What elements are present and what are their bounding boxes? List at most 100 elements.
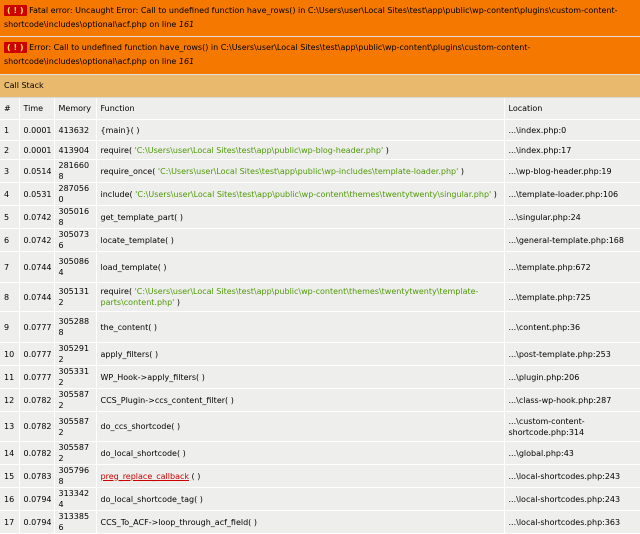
row-number: 14 — [0, 441, 20, 465]
row-location[interactable]: ...\plugin.php:206 — [504, 365, 640, 389]
location-file: ...\local-shortcodes.php — [508, 494, 603, 504]
row-memory: 3133856 — [54, 510, 97, 534]
location-file: ...\wp-blog-header.php — [508, 166, 599, 176]
row-time: 0.0531 — [19, 182, 55, 206]
function-name: do_local_shortcode_tag( ) — [100, 494, 203, 504]
row-memory: 3055872 — [54, 441, 97, 465]
function-name: CCS_To_ACF->loop_through_acf_field( ) — [100, 517, 257, 527]
row-memory: 413904 — [54, 140, 97, 160]
row-location[interactable]: ...\template.php:672 — [504, 251, 640, 283]
row-function: include( 'C:\Users\user\Local Sites\test… — [96, 182, 505, 206]
row-location[interactable]: ...\singular.php:24 — [504, 205, 640, 229]
location-line: :243 — [602, 494, 621, 504]
table-row: 10 0.0777 3052912 apply_filters( ) ...\post-… — [0, 342, 640, 366]
row-number: 7 — [0, 251, 20, 283]
row-location[interactable]: ...\template.php:725 — [504, 282, 640, 312]
row-location[interactable]: ...\general-template.php:168 — [504, 228, 640, 252]
col-header-location: Location — [504, 98, 640, 120]
table-row: 8 0.0744 3051312 require( 'C:\Users\user\Lo… — [0, 282, 640, 312]
row-location[interactable]: ...\global.php:43 — [504, 441, 640, 465]
table-row: 13 0.0782 3055872 do_ccs_shortcode( ) ...\cu… — [0, 411, 640, 442]
row-location[interactable]: ...\index.php:17 — [504, 140, 640, 160]
function-argument: 'C:\Users\user\Local Sites\test\app\publ… — [134, 145, 384, 155]
row-location[interactable]: ...\local-shortcodes.php:363 — [504, 510, 640, 534]
row-location[interactable]: ...\wp-blog-header.php:19 — [504, 159, 640, 183]
location-file: ...\content.php — [508, 322, 568, 332]
col-header-memory: Memory — [54, 98, 97, 120]
row-location[interactable]: ...\local-shortcodes.php:243 — [504, 487, 640, 511]
row-location[interactable]: ...\content.php:36 — [504, 311, 640, 343]
row-number: 8 — [0, 282, 20, 312]
row-memory: 3055872 — [54, 411, 97, 442]
row-function: load_template( ) — [96, 251, 505, 283]
row-function: preg_replace_callback ( ) — [96, 464, 505, 488]
table-header-row: # Time Memory Function Location — [0, 98, 640, 120]
row-location[interactable]: ...\class-wp-hook.php:287 — [504, 388, 640, 412]
col-header-time: Time — [19, 98, 55, 120]
call-stack-heading: Call Stack — [0, 75, 640, 98]
location-file: ...\plugin.php — [508, 372, 562, 382]
col-header-function: Function — [96, 98, 505, 120]
row-location[interactable]: ...\local-shortcodes.php:243 — [504, 464, 640, 488]
row-number: 3 — [0, 159, 20, 183]
location-file: ...\local-shortcodes.php — [508, 471, 603, 481]
location-line: :725 — [572, 292, 591, 302]
row-location[interactable]: ...\index.php:0 — [504, 119, 640, 141]
table-row: 16 0.0794 3133424 do_local_shortcode_tag( )… — [0, 487, 640, 511]
location-line: :43 — [561, 448, 574, 458]
row-memory: 2870560 — [54, 182, 97, 206]
row-location[interactable]: ...\custom-content-shortcode.php:314 — [504, 411, 640, 442]
call-stack-rows: 1 0.0001 413632 {main}( ) ...\index.php:0 2 0.… — [0, 119, 640, 534]
row-function: do_local_shortcode( ) — [96, 441, 505, 465]
error-banner: ( ! ) Error: Call to undefined function … — [0, 37, 640, 75]
row-location[interactable]: ...\post-template.php:253 — [504, 342, 640, 366]
row-function: apply_filters( ) — [96, 342, 505, 366]
row-number: 16 — [0, 487, 20, 511]
row-time: 0.0783 — [19, 464, 55, 488]
table-row: 6 0.0742 3050736 locate_template( ) ...\gene… — [0, 228, 640, 252]
row-time: 0.0782 — [19, 441, 55, 465]
row-location[interactable]: ...\template-loader.php:106 — [504, 182, 640, 206]
fatal-error-message: Fatal error: Uncaught Error: Call to und… — [4, 6, 618, 29]
row-memory: 3133424 — [54, 487, 97, 511]
row-function: do_ccs_shortcode( ) — [96, 411, 505, 442]
row-function: the_content( ) — [96, 311, 505, 343]
col-header-number: # — [0, 98, 20, 120]
row-memory: 413632 — [54, 119, 97, 141]
location-file: ...\local-shortcodes.php — [508, 517, 603, 527]
location-line: :253 — [592, 349, 611, 359]
location-line: :24 — [567, 212, 581, 222]
location-line: :206 — [561, 372, 580, 382]
row-function: {main}( ) — [96, 119, 505, 141]
table-row: 9 0.0777 3052888 the_content( ) ...\content.… — [0, 311, 640, 343]
row-time: 0.0742 — [19, 228, 55, 252]
row-time: 0.0782 — [19, 388, 55, 412]
error-badge-icon: ( ! ) — [4, 5, 27, 16]
function-name: {main}( ) — [100, 125, 140, 135]
location-line: :243 — [602, 471, 621, 481]
location-file: ...\index.php — [508, 125, 559, 135]
function-close: ( ) — [189, 471, 201, 481]
location-file: ...\index.php — [508, 145, 559, 155]
row-memory: 3055872 — [54, 388, 97, 412]
function-argument: 'C:\Users\user\Local Sites\test\app\publ… — [157, 166, 459, 176]
function-close: ) — [458, 166, 464, 176]
call-stack-table: # Time Memory Function Location 1 0.0001 4… — [0, 98, 640, 534]
function-name: require_once( — [100, 166, 158, 176]
row-function: locate_template( ) — [96, 228, 505, 252]
row-time: 0.0777 — [19, 311, 55, 343]
function-name: apply_filters( ) — [100, 349, 159, 359]
row-number: 15 — [0, 464, 20, 488]
function-doc-link[interactable]: preg_replace_callback — [101, 472, 190, 481]
table-row: 7 0.0744 3050864 load_template( ) ...\templa… — [0, 251, 640, 283]
location-file: ...\template-loader.php — [508, 189, 601, 199]
row-number: 5 — [0, 205, 20, 229]
row-memory: 3052912 — [54, 342, 97, 366]
row-number: 4 — [0, 182, 20, 206]
row-number: 1 — [0, 119, 20, 141]
row-memory: 3052888 — [54, 311, 97, 343]
error-badge-icon: ( ! ) — [4, 42, 27, 53]
function-name: load_template( ) — [100, 262, 167, 272]
location-line: :17 — [558, 145, 572, 155]
row-function: get_template_part( ) — [96, 205, 505, 229]
